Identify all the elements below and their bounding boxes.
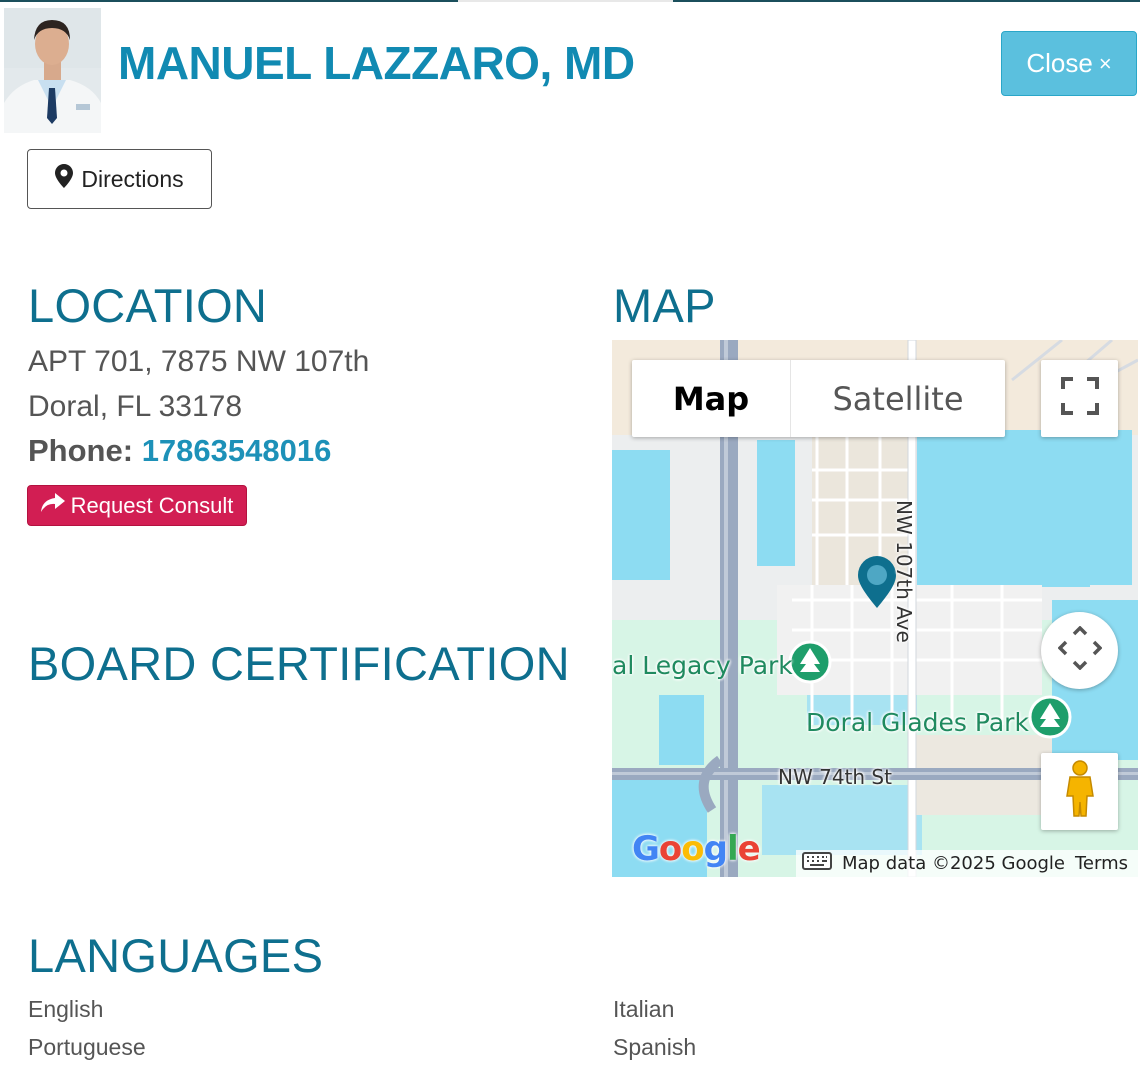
nw-74th-st-label: NW 74th St xyxy=(778,765,892,789)
directions-button[interactable]: Directions xyxy=(27,149,212,209)
legacy-park-label: al Legacy Park xyxy=(612,651,793,680)
google-map[interactable]: al Legacy Park Doral Glades Park NW 74th… xyxy=(612,340,1138,877)
fullscreen-icon xyxy=(1060,377,1099,420)
pan-arrows-icon xyxy=(1057,625,1102,675)
language-item: Portuguese xyxy=(28,1034,146,1060)
keyboard-shortcuts-icon[interactable] xyxy=(802,852,832,875)
street-view-pegman-button[interactable] xyxy=(1041,753,1118,830)
top-border xyxy=(673,0,1140,2)
languages-title: LANGUAGES xyxy=(28,929,324,982)
request-consult-label: Request Consult xyxy=(70,492,234,518)
map-title: MAP xyxy=(613,279,716,332)
request-consult-button[interactable]: Request Consult xyxy=(27,485,247,526)
close-button[interactable]: Close × xyxy=(1001,31,1137,96)
directions-label: Directions xyxy=(81,165,184,192)
doctor-name: MANUEL LAZZARO, MD xyxy=(118,37,635,89)
pan-control-button[interactable] xyxy=(1041,612,1118,689)
location-title: LOCATION xyxy=(28,279,268,332)
fullscreen-button[interactable] xyxy=(1041,360,1118,437)
park-marker-icon xyxy=(788,640,832,684)
map-type-satellite-button[interactable]: Satellite xyxy=(791,360,1005,437)
park-marker-icon xyxy=(1028,695,1072,739)
pegman-icon xyxy=(1063,760,1097,823)
map-footer: Map data ©2025 Google Terms xyxy=(796,850,1138,877)
board-certification-title: BOARD CERTIFICATION xyxy=(28,637,570,690)
phone-link[interactable]: 17863548016 xyxy=(142,433,332,468)
doral-glades-park-label: Doral Glades Park xyxy=(806,708,1029,737)
google-logo: Google xyxy=(632,829,761,869)
phone-row: Phone: 17863548016 xyxy=(28,433,331,469)
terms-link[interactable]: Terms xyxy=(1075,853,1128,874)
close-label: Close xyxy=(1026,48,1093,78)
address-line-2: Doral, FL 33178 xyxy=(28,390,243,423)
language-item: Spanish xyxy=(613,1034,697,1060)
language-item: Italian xyxy=(613,996,675,1022)
language-item: English xyxy=(28,996,104,1022)
map-type-control: Map Satellite xyxy=(632,360,1005,437)
nw-107th-ave-label: NW 107th Ave xyxy=(892,500,916,643)
top-border xyxy=(458,0,673,2)
map-type-map-button[interactable]: Map xyxy=(632,360,791,437)
close-icon: × xyxy=(1098,50,1112,76)
address-line-1: APT 701, 7875 NW 107th xyxy=(28,345,370,378)
phone-label: Phone: xyxy=(28,433,134,468)
map-marker-icon xyxy=(55,164,74,194)
top-border xyxy=(0,0,458,2)
share-icon xyxy=(40,492,65,519)
map-data-attribution: Map data ©2025 Google xyxy=(842,853,1065,874)
doctor-photo xyxy=(4,8,101,133)
